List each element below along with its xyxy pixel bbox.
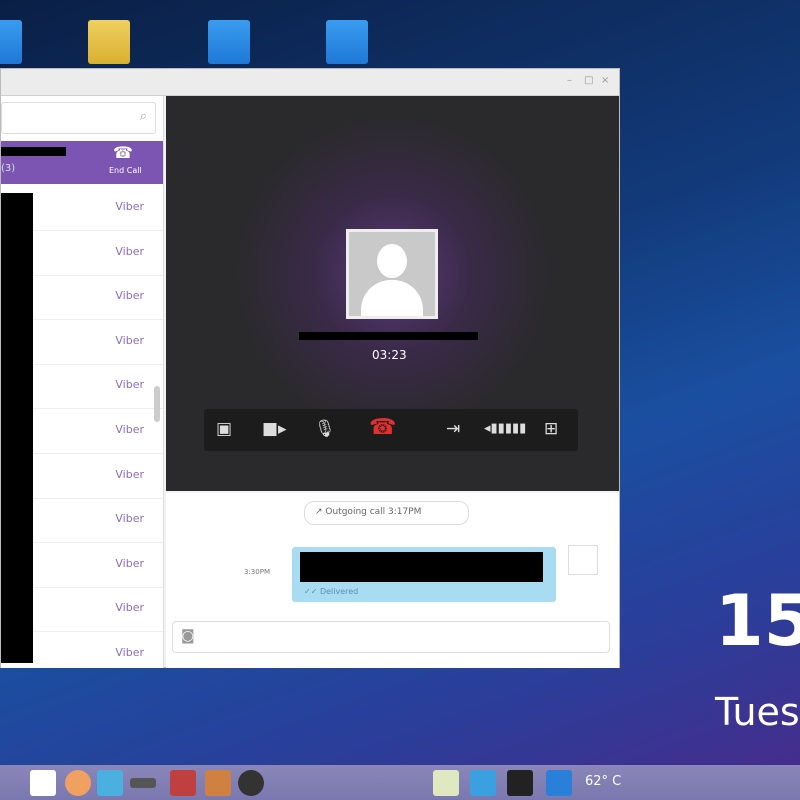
viber-label: Viber <box>115 244 144 258</box>
viber-label: Viber <box>115 601 144 615</box>
active-sub: (3) <box>1 163 16 174</box>
video-icon[interactable]: ■▸ <box>262 419 287 439</box>
redacted-block <box>1 193 33 663</box>
scrollbar[interactable] <box>154 386 160 422</box>
clock-time: 15 <box>715 580 800 662</box>
message-time: 3:30PM <box>244 568 270 576</box>
user-avatar <box>568 545 598 575</box>
redacted-caller-name <box>299 332 478 340</box>
desktop-icon[interactable] <box>326 20 368 64</box>
message-status: ✓✓ Delivered <box>304 587 359 596</box>
clock-day: Tues <box>715 690 800 734</box>
viber-label: Viber <box>115 200 144 213</box>
message-input[interactable]: ◙ <box>172 621 610 653</box>
desktop-icon-archive[interactable] <box>88 20 130 64</box>
call-controls: ▣ ■▸ 🎙 ☎ ⇥ ◂▮▮▮▮▮ ⊞ <box>204 409 578 451</box>
message-bubble: ✓✓ Delivered <box>292 547 556 602</box>
avatar <box>346 229 438 319</box>
app-icon[interactable] <box>546 770 572 796</box>
transfer-icon[interactable]: ⇥ <box>446 419 460 439</box>
search-input[interactable]: ⌕ <box>1 102 156 134</box>
viber-label: Viber <box>115 289 144 303</box>
app-icon[interactable] <box>130 778 156 788</box>
redacted-message <box>300 552 543 582</box>
close-button[interactable]: × <box>601 75 609 86</box>
desktop-icon[interactable] <box>208 20 250 64</box>
app-icon[interactable] <box>65 770 91 796</box>
search-icon: ⌕ <box>139 109 147 124</box>
end-call-button[interactable]: End Call <box>109 166 142 175</box>
viber-label: Viber <box>115 333 144 347</box>
call-timer: 03:23 <box>372 348 407 362</box>
volume-slider[interactable]: ◂▮▮▮▮▮ <box>484 421 526 436</box>
temperature: 62° C <box>585 774 622 789</box>
viber-label: Viber <box>115 646 144 659</box>
hang-up-button[interactable]: ☎ <box>369 415 396 440</box>
desktop-icon[interactable] <box>0 20 22 64</box>
end-call-icon[interactable]: ☎ <box>113 143 133 162</box>
camera-icon[interactable]: ◙ <box>181 628 195 644</box>
app-icon[interactable] <box>205 770 231 796</box>
viber-window: – □ × ⌕ (3) ☎ End Call Viber Viber Viber Vi… <box>0 68 620 668</box>
active-call-row[interactable]: (3) ☎ End Call <box>1 141 163 184</box>
contact-list: ⌕ (3) ☎ End Call Viber Viber Viber Viber Vib… <box>1 96 164 668</box>
title-bar: – □ × <box>1 69 619 96</box>
redacted-name <box>1 147 66 156</box>
maximize-button[interactable]: □ <box>584 75 593 86</box>
app-icon[interactable] <box>470 770 496 796</box>
taskbar: 62° C <box>0 765 800 800</box>
call-panel: 03:23 ▣ ■▸ 🎙 ☎ ⇥ ◂▮▮▮▮▮ ⊞ <box>166 96 619 491</box>
app-icon[interactable] <box>507 770 533 796</box>
outgoing-call-notice: ↗ Outgoing call 3:17PM <box>304 501 469 525</box>
viber-label: Viber <box>115 423 144 436</box>
screen-share-icon[interactable]: ▣ <box>216 419 232 439</box>
viber-label: Viber <box>115 512 144 526</box>
app-icon[interactable] <box>433 770 459 796</box>
app-icon[interactable] <box>238 770 264 796</box>
viber-label: Viber <box>115 378 144 392</box>
viber-label: Viber <box>115 467 144 481</box>
keypad-icon[interactable]: ⊞ <box>544 419 558 439</box>
chat-panel: ↗ Outgoing call 3:17PM 3:30PM ✓✓ Deliver… <box>166 493 619 668</box>
app-icon[interactable] <box>30 770 56 796</box>
app-icon[interactable] <box>97 770 123 796</box>
app-icon[interactable] <box>170 770 196 796</box>
minimize-button[interactable]: – <box>567 75 572 86</box>
viber-label: Viber <box>115 556 144 570</box>
microphone-icon[interactable]: 🎙 <box>314 419 336 439</box>
